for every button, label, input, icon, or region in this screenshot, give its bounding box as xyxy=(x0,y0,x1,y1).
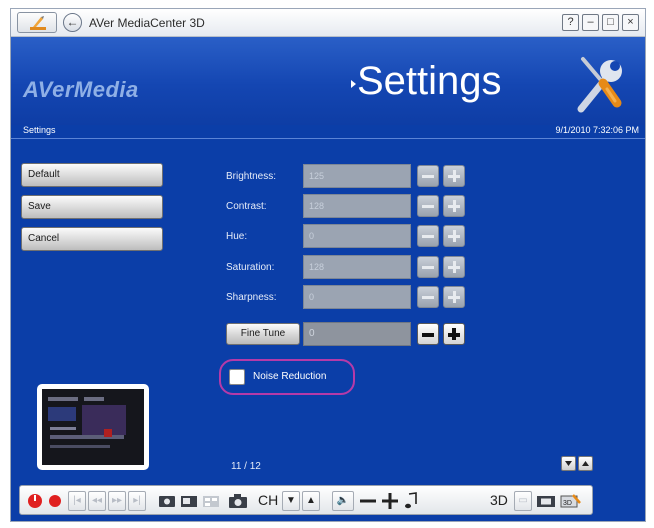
fine-tune-field[interactable]: 0 xyxy=(303,322,411,346)
power-button[interactable] xyxy=(26,491,44,511)
brightness-field[interactable]: 125 xyxy=(303,164,411,188)
sharpness-increase-button[interactable] xyxy=(443,286,465,308)
header-divider xyxy=(11,138,645,139)
fine-tune-increase-button[interactable] xyxy=(443,323,465,345)
hue-label: Hue: xyxy=(226,231,248,242)
scroll-down-button[interactable] xyxy=(561,456,576,471)
record-button[interactable] xyxy=(46,491,64,511)
triangle-up-icon xyxy=(582,461,589,466)
channel-label: CH xyxy=(258,492,279,508)
maximize-button[interactable]: □ xyxy=(602,14,619,31)
hue-field[interactable]: 0 xyxy=(303,224,411,248)
multi-view-button[interactable] xyxy=(202,491,220,511)
plus-icon-vertical xyxy=(452,200,456,212)
back-button[interactable]: ← xyxy=(63,13,82,32)
hue-increase-button[interactable] xyxy=(443,225,465,247)
fast-forward-icon: ▸▸ xyxy=(111,495,123,506)
minus-icon xyxy=(422,296,434,299)
minus-icon xyxy=(422,332,434,337)
home-icon xyxy=(30,16,46,30)
app-window: ← AVer MediaCenter 3D ? – □ × AVerMedia … xyxy=(10,8,646,522)
screen-icon: ▭ xyxy=(518,495,528,506)
minus-icon xyxy=(422,205,434,208)
speaker-icon: 🔈 xyxy=(336,495,350,506)
video-preview[interactable] xyxy=(37,384,149,470)
contrast-decrease-button[interactable] xyxy=(417,195,439,217)
saturation-increase-button[interactable] xyxy=(443,256,465,278)
channel-up-button[interactable]: ▲ xyxy=(302,491,320,511)
contrast-increase-button[interactable] xyxy=(443,195,465,217)
title-bar: ← AVer MediaCenter 3D ? – □ × xyxy=(11,9,645,37)
channel-down-button[interactable]: ▼ xyxy=(282,491,300,511)
noise-reduction-label: Noise Reduction xyxy=(253,371,327,382)
3d-mode-label[interactable]: 3D xyxy=(490,492,508,508)
audio-button[interactable] xyxy=(402,491,420,511)
datetime-display: 9/1/2010 7:32:06 PM xyxy=(555,125,639,135)
fast-forward-button[interactable]: ▸▸ xyxy=(108,491,126,511)
plus-icon-vertical xyxy=(452,291,456,303)
brightness-label: Brightness: xyxy=(226,171,277,182)
volume-down-button[interactable] xyxy=(358,491,378,511)
display-mode-button[interactable]: ▭ xyxy=(514,491,532,511)
skip-back-button[interactable]: |◂ xyxy=(68,491,86,511)
help-button[interactable]: ? xyxy=(562,14,579,31)
saturation-decrease-button[interactable] xyxy=(417,256,439,278)
sharpness-field[interactable]: 0 xyxy=(303,285,411,309)
plus-icon-vertical xyxy=(452,261,456,273)
window-title: AVer MediaCenter 3D xyxy=(89,16,205,30)
minus-icon xyxy=(422,235,434,238)
noise-reduction-checkbox[interactable] xyxy=(229,369,245,385)
svg-text:3D: 3D xyxy=(563,500,572,507)
default-button[interactable]: Default xyxy=(21,163,163,187)
triangle-down-icon xyxy=(565,461,572,466)
fine-tune-decrease-button[interactable] xyxy=(417,323,439,345)
brightness-decrease-button[interactable] xyxy=(417,165,439,187)
home-button[interactable] xyxy=(17,12,57,33)
sharpness-label: Sharpness: xyxy=(226,292,277,303)
volume-up-button[interactable] xyxy=(380,491,400,511)
minus-icon xyxy=(422,175,434,178)
contrast-label: Contrast: xyxy=(226,201,267,212)
brand-logo: AVerMedia xyxy=(23,77,139,102)
breadcrumb: Settings xyxy=(23,125,56,135)
close-button[interactable]: × xyxy=(622,14,639,31)
mute-button[interactable]: 🔈 xyxy=(332,491,354,511)
page-title: Settings xyxy=(357,59,502,103)
save-button[interactable]: Save xyxy=(21,195,163,219)
saturation-label: Saturation: xyxy=(226,262,275,273)
minus-icon xyxy=(422,266,434,269)
page-indicator: 11 / 12 xyxy=(231,461,261,472)
rewind-button[interactable]: ◂◂ xyxy=(88,491,106,511)
plus-icon-vertical xyxy=(452,328,456,340)
cancel-button[interactable]: Cancel xyxy=(21,227,163,251)
contrast-field[interactable]: 128 xyxy=(303,194,411,218)
skip-forward-icon: ▸| xyxy=(133,495,141,506)
snapshot-button[interactable] xyxy=(158,491,176,511)
plus-icon-vertical xyxy=(452,230,456,242)
back-arrow-icon: ← xyxy=(66,15,79,29)
rewind-icon: ◂◂ xyxy=(91,495,103,506)
tools-icon xyxy=(577,57,622,113)
sharpness-decrease-button[interactable] xyxy=(417,286,439,308)
saturation-field[interactable]: 128 xyxy=(303,255,411,279)
video-preview-frame xyxy=(42,389,144,465)
hue-decrease-button[interactable] xyxy=(417,225,439,247)
header: AVerMedia Settings xyxy=(11,37,645,125)
skip-back-icon: |◂ xyxy=(73,495,81,506)
window-controls: ? – □ × xyxy=(562,14,639,31)
minimize-button[interactable]: – xyxy=(582,14,599,31)
playback-toolbar: |◂ ◂◂ ▸▸ ▸| CH ▼ ▲ 🔈 3D ▭ 3D xyxy=(19,485,593,515)
aspect-ratio-button[interactable] xyxy=(536,491,556,511)
pip-button[interactable] xyxy=(180,491,198,511)
plus-icon-vertical xyxy=(452,170,456,182)
triangle-up-icon: ▲ xyxy=(306,495,316,506)
triangle-down-icon: ▼ xyxy=(286,495,296,506)
camera-button[interactable] xyxy=(228,491,248,511)
skip-forward-button[interactable]: ▸| xyxy=(128,491,146,511)
brightness-increase-button[interactable] xyxy=(443,165,465,187)
title-bullet-icon xyxy=(351,80,356,88)
fine-tune-button[interactable]: Fine Tune xyxy=(226,323,300,345)
3d-settings-button[interactable]: 3D xyxy=(560,491,582,511)
scroll-up-button[interactable] xyxy=(578,456,593,471)
